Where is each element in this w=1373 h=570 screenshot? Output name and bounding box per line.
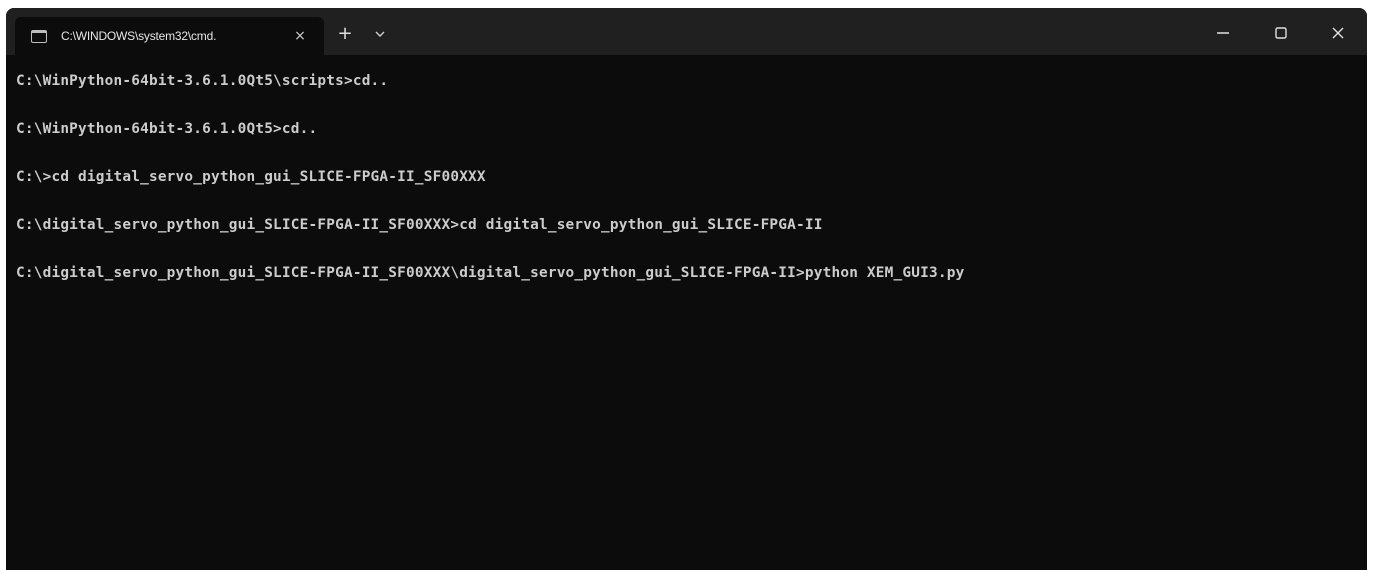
new-tab-button[interactable]: + [333, 22, 357, 46]
console-line: C:\WinPython-64bit-3.6.1.0Qt5\scripts>cd… [16, 73, 389, 89]
console-output[interactable]: C:\WinPython-64bit-3.6.1.0Qt5\scripts>cd… [6, 55, 1367, 570]
console-line: C:\WinPython-64bit-3.6.1.0Qt5>cd.. [16, 121, 318, 137]
close-window-button[interactable] [1322, 17, 1354, 49]
tab-cmd[interactable]: C:\WINDOWS\system32\cmd. × [15, 17, 324, 55]
minimize-button[interactable] [1207, 17, 1239, 49]
title-bar[interactable]: C:\WINDOWS\system32\cmd. × + [6, 8, 1367, 55]
console-line: C:\digital_servo_python_gui_SLICE-FPGA-I… [16, 217, 823, 233]
console-line: C:\>cd digital_servo_python_gui_SLICE-FP… [16, 169, 486, 185]
close-tab-icon[interactable]: × [290, 26, 310, 46]
chevron-down-icon[interactable] [373, 27, 387, 41]
maximize-button[interactable] [1265, 17, 1297, 49]
terminal-window: C:\WINDOWS\system32\cmd. × + C:\WinPytho… [6, 8, 1367, 570]
console-line: C:\digital_servo_python_gui_SLICE-FPGA-I… [16, 265, 965, 281]
tab-title: C:\WINDOWS\system32\cmd. [61, 29, 217, 43]
terminal-icon [31, 29, 47, 43]
